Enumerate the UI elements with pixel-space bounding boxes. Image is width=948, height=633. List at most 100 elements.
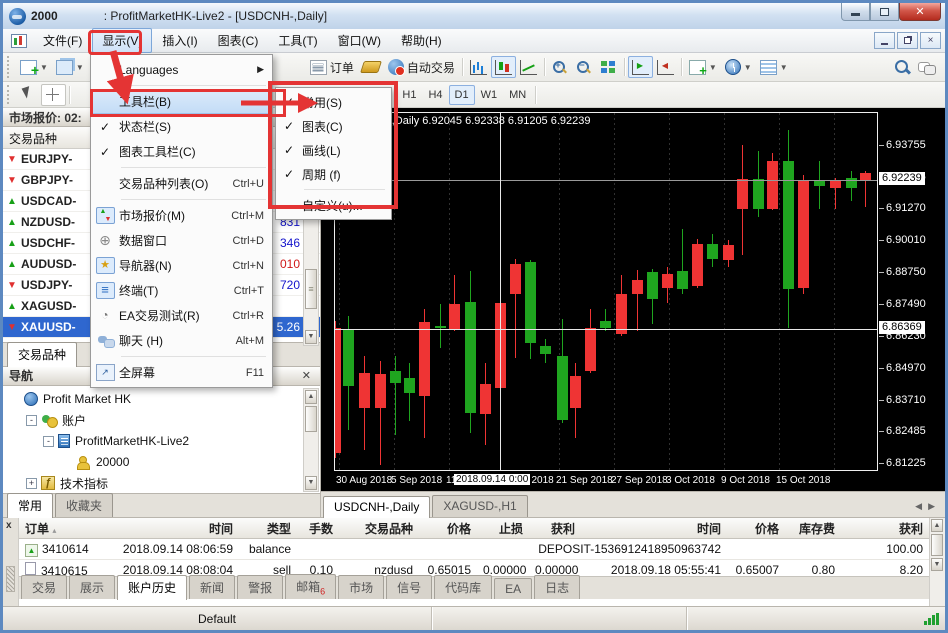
terminal-scrollbar[interactable]: ▲ ▼: [929, 518, 945, 606]
column-header[interactable]: 类型: [239, 520, 297, 537]
auto-scroll-button[interactable]: [628, 56, 653, 78]
column-header[interactable]: 订单 ▴: [19, 520, 115, 537]
column-header[interactable]: 时间: [115, 520, 239, 537]
view-menu-item[interactable]: 交易品种列表(O)Ctrl+U: [91, 171, 272, 196]
toolbar-grip[interactable]: [7, 56, 12, 78]
cursor-button[interactable]: [16, 84, 41, 106]
terminal-tab-代码库[interactable]: 代码库: [434, 575, 492, 599]
mdi-restore-button[interactable]: [897, 32, 918, 49]
menu-item[interactable]: 窗口(W): [328, 28, 391, 53]
minimize-button[interactable]: [841, 3, 870, 21]
templates-button[interactable]: ▼: [756, 56, 792, 78]
view-menu-item[interactable]: ✓状态栏(S): [91, 114, 272, 139]
toolbars-submenu-item[interactable]: ✓画线(L): [276, 138, 391, 162]
tab-symbols[interactable]: 交易品种: [7, 342, 77, 367]
profile-status[interactable]: Default: [3, 607, 432, 630]
view-menu-item[interactable]: ↗全屏幕F11: [91, 360, 272, 385]
gold-button[interactable]: [358, 56, 384, 78]
new-order-button[interactable]: 订单: [306, 56, 358, 78]
period-H4[interactable]: H4: [422, 85, 448, 105]
history-row[interactable]: ▲34106142018.09.14 08:06:59balanceDEPOSI…: [19, 539, 929, 560]
toolbars-submenu-item[interactable]: ✓图表(C): [276, 114, 391, 138]
menu-item[interactable]: 工具(T): [268, 28, 327, 53]
terminal-tab-交易[interactable]: 交易: [21, 575, 67, 599]
crosshair-button[interactable]: [41, 84, 66, 106]
tree-item[interactable]: Profit Market HK: [7, 389, 320, 410]
navigator-tab-常用[interactable]: 常用: [7, 493, 53, 518]
search-button[interactable]: [890, 56, 914, 78]
period-W1[interactable]: W1: [475, 85, 504, 105]
terminal-tab-日志[interactable]: 日志: [534, 575, 580, 599]
scrollbar-down-arrow[interactable]: ▼: [305, 476, 317, 490]
history-row[interactable]: 34106152018.09.14 08:08:04sell0.10nzdusd…: [19, 560, 929, 576]
restore-button[interactable]: [870, 3, 899, 21]
chart-shift-button[interactable]: [653, 56, 678, 78]
tree-item[interactable]: -账户: [7, 410, 320, 431]
scrollbar-down-arrow[interactable]: ▼: [931, 558, 943, 571]
menu-item[interactable]: 显示(V): [92, 28, 152, 53]
terminal-tab-邮箱[interactable]: 邮箱6: [285, 574, 336, 599]
tabs-right-icon[interactable]: ▶: [928, 501, 935, 512]
view-menu-item[interactable]: 聊天 (H)Alt+M: [91, 328, 272, 353]
tree-item[interactable]: +ƒ技术指标: [7, 473, 320, 493]
terminal-tab-展示[interactable]: 展示: [69, 575, 115, 599]
column-header[interactable]: 手数: [297, 520, 339, 537]
column-header[interactable]: 价格: [419, 520, 477, 537]
new-chart-button[interactable]: ▼: [16, 56, 52, 78]
scrollbar-down-arrow[interactable]: ▼: [305, 330, 317, 344]
terminal-grip[interactable]: [6, 566, 15, 592]
terminal-tab-新闻[interactable]: 新闻: [189, 575, 235, 599]
navigator-scrollbar[interactable]: ▲ ▼: [303, 388, 319, 492]
terminal-tab-信号[interactable]: 信号: [386, 575, 432, 599]
zoom-in-button[interactable]: +: [548, 56, 572, 78]
view-menu-item[interactable]: ⊕数据窗口Ctrl+D: [91, 228, 272, 253]
tree-expander[interactable]: -: [26, 415, 37, 426]
terminal-tab-账户历史[interactable]: 账户历史: [117, 575, 187, 600]
view-menu-item[interactable]: ≡终端(T)Ctrl+T: [91, 278, 272, 303]
terminal-close-icon[interactable]: x: [6, 520, 12, 531]
toolbars-submenu-item[interactable]: 自定义(u)...: [276, 193, 391, 217]
indicators-button[interactable]: ▼: [685, 56, 721, 78]
tree-expander[interactable]: +: [26, 478, 37, 489]
scrollbar-thumb[interactable]: ≡: [305, 269, 317, 309]
menu-item[interactable]: 图表(C): [208, 28, 269, 53]
view-menu-item[interactable]: ✓图表工具栏(C): [91, 139, 272, 164]
mdi-minimize-button[interactable]: [874, 32, 895, 49]
scrollbar-up-arrow[interactable]: ▲: [305, 390, 317, 404]
autotrading-button[interactable]: 自动交易: [384, 56, 459, 78]
period-H1[interactable]: H1: [396, 85, 422, 105]
scrollbar-up-arrow[interactable]: ▲: [931, 519, 943, 532]
candlestick-button[interactable]: [491, 56, 516, 78]
view-menu-item[interactable]: 工具栏(B): [91, 89, 272, 114]
tree-item[interactable]: -ProfitMarketHK-Live2: [7, 431, 320, 452]
chart-plot[interactable]: USDCNH-,Daily 6.92045 6.92338 6.91205 6.…: [334, 112, 878, 471]
column-header[interactable]: 价格: [727, 520, 785, 537]
chart-tab[interactable]: USDCNH-,Daily: [323, 496, 430, 518]
column-header[interactable]: 时间: [581, 520, 727, 537]
tree-item[interactable]: 20000: [7, 452, 320, 473]
toolbar-grip-2[interactable]: [7, 85, 12, 105]
column-header[interactable]: 交易品种: [339, 520, 419, 537]
line-chart-button[interactable]: [516, 56, 541, 78]
column-header[interactable]: 库存费: [785, 520, 841, 537]
period-D1[interactable]: D1: [449, 85, 475, 105]
view-menu-item[interactable]: ★导航器(N)Ctrl+N: [91, 253, 272, 278]
bar-chart-button[interactable]: [466, 56, 491, 78]
chat-button[interactable]: [914, 56, 939, 78]
mdi-close-button[interactable]: ×: [920, 32, 941, 49]
chart-tab[interactable]: XAGUSD-,H1: [432, 495, 527, 517]
column-header[interactable]: 止损: [477, 520, 529, 537]
scrollbar-thumb[interactable]: [931, 534, 943, 556]
periods-button[interactable]: ▼: [721, 56, 756, 78]
toolbars-submenu-item[interactable]: ✓周期 (f): [276, 162, 391, 186]
period-MN[interactable]: MN: [503, 85, 532, 105]
toolbars-submenu-item[interactable]: ✓常用(S): [276, 90, 391, 114]
close-button[interactable]: ✕: [899, 3, 941, 21]
time-axis[interactable]: 30 Aug 20185 Sep 201811 Sep 201817 Sep 2…: [321, 471, 945, 491]
terminal-tab-警报[interactable]: 警报: [237, 575, 283, 599]
terminal-tab-市场[interactable]: 市场: [338, 575, 384, 599]
terminal-tab-EA[interactable]: EA: [494, 578, 532, 599]
profiles-button[interactable]: ▼: [52, 56, 88, 78]
column-header[interactable]: 获利: [841, 520, 929, 537]
view-menu-item[interactable]: 市场报价(M)Ctrl+M: [91, 203, 272, 228]
